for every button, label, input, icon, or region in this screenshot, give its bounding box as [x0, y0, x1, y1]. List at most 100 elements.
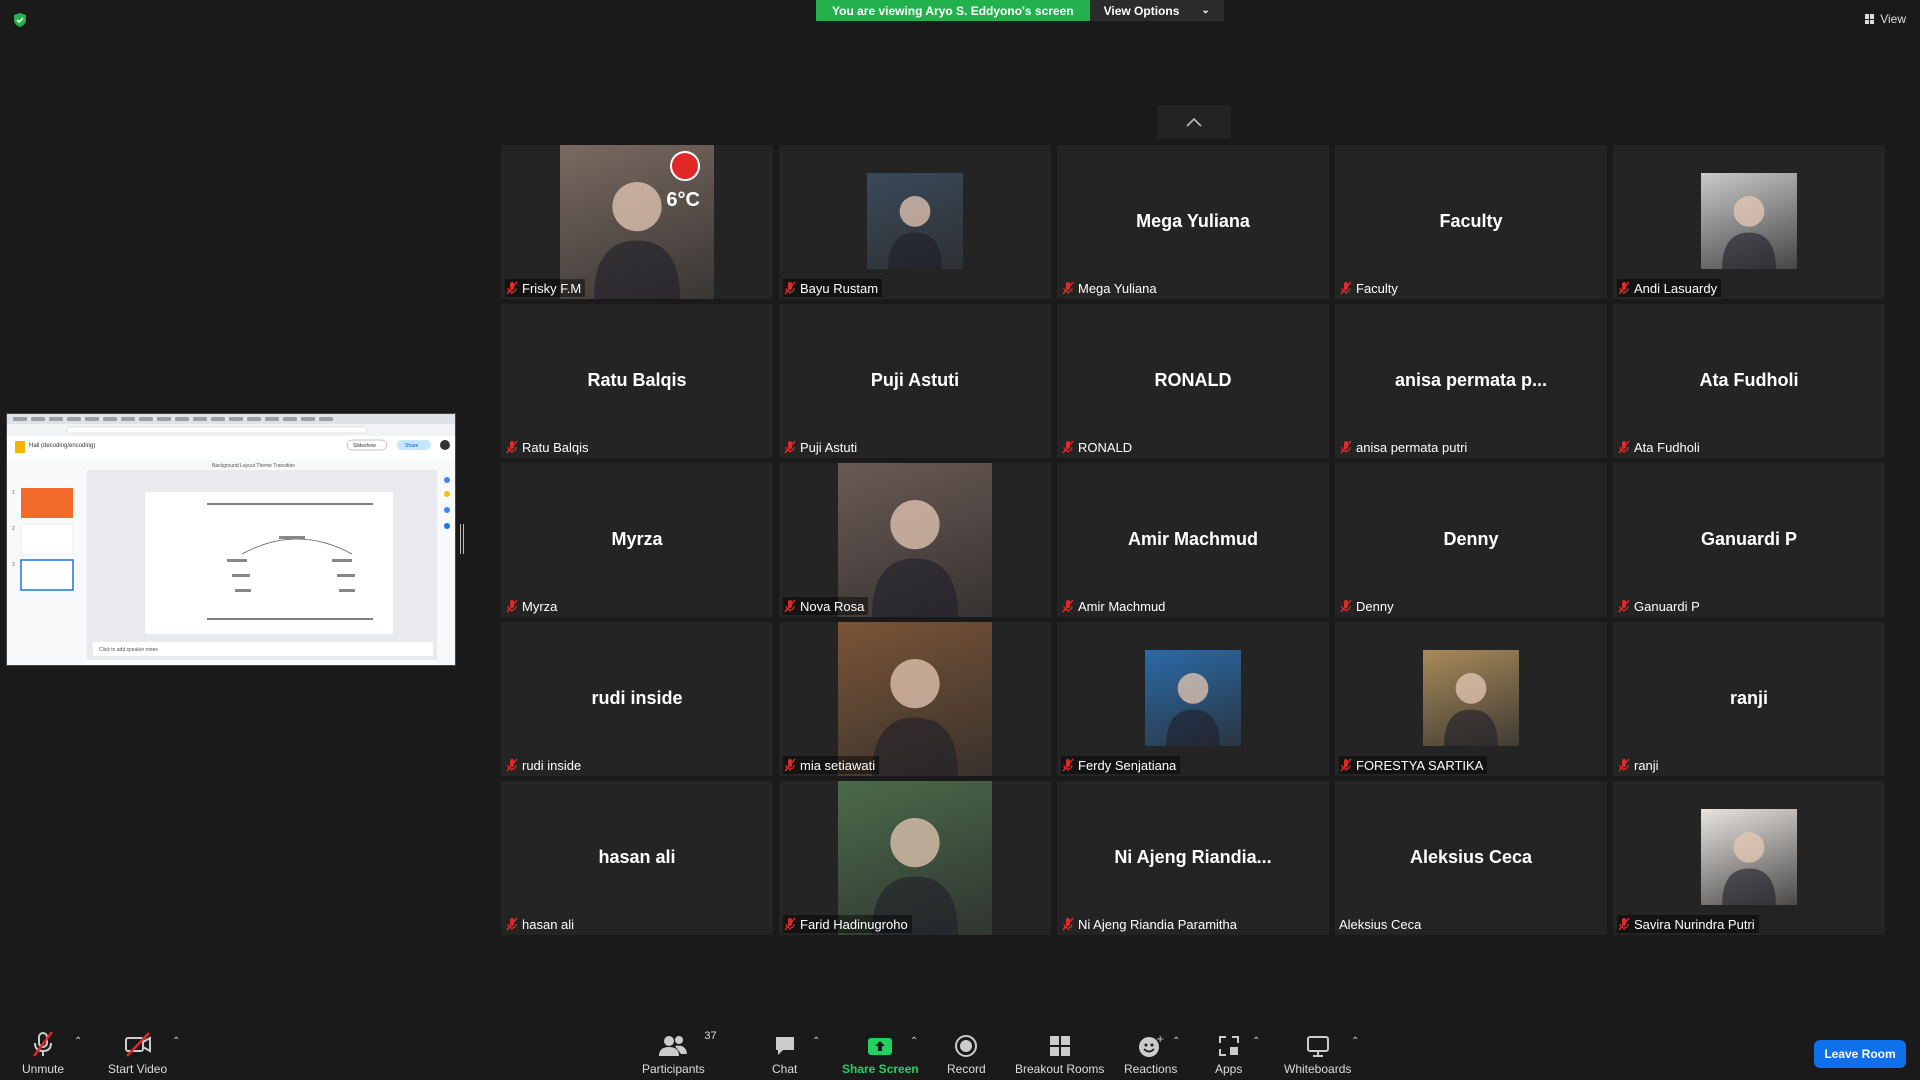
- participant-name-label: Puji Astuti: [783, 438, 861, 456]
- participant-name-label: Myrza: [505, 597, 561, 615]
- participant-display-name: Amir Machmud: [1127, 529, 1259, 549]
- participant-display-name: RONALD: [1154, 370, 1232, 390]
- participant-tile[interactable]: Andi Lasuardy: [1613, 145, 1885, 299]
- participant-name-label: rudi inside: [505, 756, 585, 774]
- participant-tile[interactable]: Nova Rosa: [779, 463, 1051, 617]
- share-screen-button[interactable]: Share Screen: [842, 1030, 919, 1076]
- participant-tile[interactable]: Puji Astuti Puji Astuti: [779, 304, 1051, 458]
- participant-display-name: Mega Yuliana: [1136, 211, 1250, 231]
- record-button[interactable]: Record: [947, 1030, 986, 1076]
- svg-text:2: 2: [12, 526, 15, 532]
- microphone-muted-icon: [784, 758, 796, 772]
- participant-name: Ratu Balqis: [522, 439, 589, 455]
- record-label: Record: [947, 1062, 986, 1076]
- participant-tile[interactable]: mia setiawati: [779, 622, 1051, 776]
- share-options-caret-icon[interactable]: ⌃: [910, 1036, 918, 1047]
- view-options-button[interactable]: View Options ⌄: [1089, 0, 1224, 21]
- screen-share-banner: You are viewing Aryo S. Eddyono's screen…: [816, 0, 1224, 21]
- participant-tile[interactable]: Faculty Faculty: [1335, 145, 1607, 299]
- whiteboards-options-caret-icon[interactable]: ⌃: [1351, 1036, 1359, 1047]
- participant-tile[interactable]: Ganuardi P Ganuardi P: [1613, 463, 1885, 617]
- chevron-up-icon: [1186, 117, 1202, 127]
- participants-label: Participants: [642, 1062, 705, 1076]
- participant-tile[interactable]: Farid Hadinugroho: [779, 781, 1051, 935]
- participant-video: [1701, 809, 1797, 905]
- participant-tile[interactable]: Denny Denny: [1335, 463, 1607, 617]
- participant-name: Faculty: [1356, 280, 1398, 296]
- participant-video: [838, 463, 992, 617]
- view-options-label: View Options: [1103, 3, 1180, 18]
- view-grid-icon: [1865, 14, 1875, 24]
- participant-tile[interactable]: rudi inside rudi inside: [501, 622, 773, 776]
- participant-tile[interactable]: ranji ranji: [1613, 622, 1885, 776]
- participant-display-name: Ratu Balqis: [587, 370, 687, 390]
- chat-button[interactable]: Chat: [772, 1030, 797, 1076]
- microphone-muted-icon: [1618, 281, 1630, 295]
- microphone-muted-icon: [784, 917, 796, 931]
- breakout-rooms-label: Breakout Rooms: [1015, 1062, 1105, 1076]
- participant-display-name: rudi inside: [591, 688, 683, 708]
- breakout-rooms-icon: [1049, 1036, 1070, 1056]
- participants-icon: [659, 1036, 688, 1056]
- participant-name: RONALD: [1078, 439, 1133, 455]
- unmute-button[interactable]: Unmute: [22, 1030, 64, 1076]
- participant-name-label: anisa permata putri: [1339, 438, 1471, 456]
- view-button[interactable]: View: [1865, 12, 1906, 26]
- microphone-muted-icon: [1062, 599, 1074, 613]
- video-options-caret-icon[interactable]: ⌃: [172, 1036, 180, 1047]
- microphone-muted-icon: [506, 281, 518, 295]
- audio-options-caret-icon[interactable]: ⌃: [74, 1036, 82, 1047]
- participant-name: Ata Fudholi: [1634, 439, 1700, 455]
- apps-button[interactable]: Apps: [1215, 1030, 1242, 1076]
- participant-tile[interactable]: FORESTYA SARTIKA: [1335, 622, 1607, 776]
- participant-name: ranji: [1634, 757, 1659, 773]
- gallery-page-up-button[interactable]: [1157, 105, 1231, 139]
- participant-name: Farid Hadinugroho: [800, 916, 908, 932]
- participant-tile[interactable]: RONALD RONALD: [1057, 304, 1329, 458]
- participant-tile[interactable]: anisa permata p... anisa permata putri: [1335, 304, 1607, 458]
- participant-display-name: Puji Astuti: [870, 370, 960, 390]
- participant-tile[interactable]: Ata Fudholi Ata Fudholi: [1613, 304, 1885, 458]
- participant-tile[interactable]: hasan ali hasan ali: [501, 781, 773, 935]
- viewing-screen-text: You are viewing Aryo S. Eddyono's screen: [816, 0, 1090, 21]
- participant-tile[interactable]: Bayu Rustam: [779, 145, 1051, 299]
- start-video-button[interactable]: Start Video: [108, 1030, 167, 1076]
- encryption-shield-icon[interactable]: [12, 12, 28, 28]
- whiteboards-button[interactable]: Whiteboards: [1284, 1030, 1351, 1076]
- shared-screen-thumbnail[interactable]: Hall (decoding/encoding) Slideshow Share…: [6, 413, 456, 666]
- microphone-muted-icon: [1618, 599, 1630, 613]
- participant-name-label: Denny: [1339, 597, 1398, 615]
- participant-video: [1145, 650, 1241, 746]
- participant-tile[interactable]: Savira Nurindra Putri: [1613, 781, 1885, 935]
- leave-room-button[interactable]: Leave Room: [1814, 1040, 1906, 1068]
- start-video-label: Start Video: [108, 1062, 168, 1076]
- chat-options-caret-icon[interactable]: ⌃: [812, 1036, 820, 1047]
- participant-name-label: Aleksius Ceca: [1339, 915, 1425, 933]
- participant-tile[interactable]: Aleksius Ceca Aleksius Ceca: [1335, 781, 1607, 935]
- shared-slides-screen: Hall (decoding/encoding) Slideshow Share…: [7, 414, 455, 665]
- apps-options-caret-icon[interactable]: ⌃: [1252, 1036, 1260, 1047]
- participant-name-label: Amir Machmud: [1061, 597, 1169, 615]
- reactions-icon: +: [1138, 1034, 1164, 1057]
- participant-name: Ganuardi P: [1634, 598, 1700, 614]
- share-screen-icon: [868, 1038, 893, 1055]
- participant-tile[interactable]: Ni Ajeng Riandia... Ni Ajeng Riandia Para…: [1057, 781, 1329, 935]
- panel-resize-handle[interactable]: [460, 524, 464, 554]
- reactions-options-caret-icon[interactable]: ⌃: [1172, 1036, 1180, 1047]
- participants-button[interactable]: 37 Participants: [642, 1030, 717, 1076]
- participant-tile[interactable]: Mega Yuliana Mega Yuliana: [1057, 145, 1329, 299]
- participant-tile[interactable]: Amir Machmud Amir Machmud: [1057, 463, 1329, 617]
- participant-name: rudi inside: [522, 757, 582, 773]
- svg-text:1: 1: [12, 490, 15, 496]
- participant-tile[interactable]: 6°C Frisky F.M: [501, 145, 773, 299]
- participant-tile[interactable]: Ferdy Senjatiana: [1057, 622, 1329, 776]
- participant-name: Frisky F.M: [522, 280, 582, 296]
- participant-tile[interactable]: Myrza Myrza: [501, 463, 773, 617]
- participant-display-name: anisa permata p...: [1394, 370, 1548, 390]
- microphone-muted-icon: [1340, 440, 1352, 454]
- share-screen-label: Share Screen: [842, 1062, 919, 1076]
- reactions-button[interactable]: + Reactions: [1124, 1030, 1177, 1076]
- breakout-rooms-button[interactable]: Breakout Rooms: [1015, 1030, 1104, 1076]
- participant-name: Bayu Rustam: [800, 280, 879, 296]
- participant-tile[interactable]: Ratu Balqis Ratu Balqis: [501, 304, 773, 458]
